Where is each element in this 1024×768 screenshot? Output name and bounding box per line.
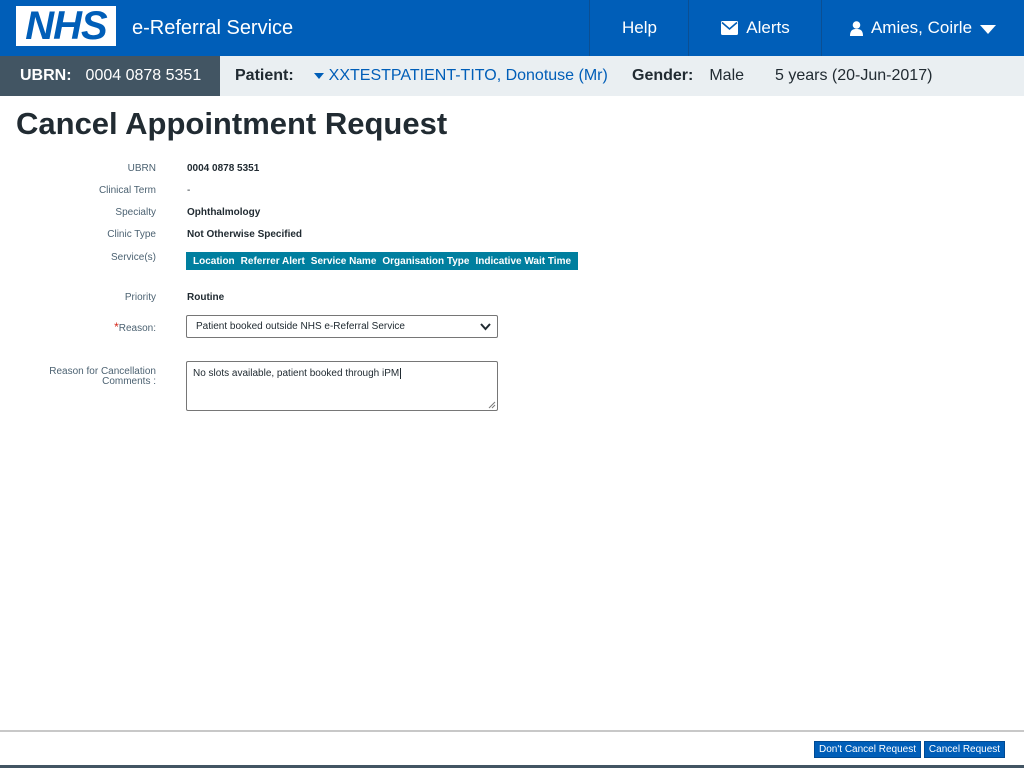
services-col-service-name[interactable]: Service Name: [308, 256, 380, 267]
reason-selected-value: Patient booked outside NHS e-Referral Se…: [196, 321, 405, 332]
banner-ubrn-label: UBRN:: [20, 67, 72, 84]
specialty-label: Specialty: [115, 207, 156, 218]
alerts-link[interactable]: Alerts: [688, 0, 822, 56]
comments-label-line2: Comments :: [102, 376, 156, 387]
resize-grip-icon[interactable]: [488, 401, 496, 409]
user-icon: [849, 20, 863, 36]
specialty-value: Ophthalmology: [187, 207, 261, 218]
top-header: NHS e-Referral Service Help Alerts Amies…: [0, 0, 1024, 56]
services-col-referrer-alert[interactable]: Referrer Alert: [238, 256, 308, 267]
alerts-label: Alerts: [746, 18, 790, 37]
banner-ubrn-value: 0004 0878 5351: [85, 67, 202, 84]
comments-label: Reason for Cancellation Comments :: [0, 367, 156, 387]
services-col-organisation-type[interactable]: Organisation Type: [379, 256, 472, 267]
ubrn-label: UBRN: [127, 163, 156, 174]
cancel-request-button[interactable]: Cancel Request: [924, 741, 1005, 758]
help-label: Help: [622, 18, 657, 37]
comments-textarea[interactable]: No slots available, patient booked throu…: [186, 361, 498, 411]
patient-name-link[interactable]: XXTESTPATIENT-TITO, Donotuse (Mr): [329, 67, 608, 85]
banner-age: 5 years (20-Jun-2017): [775, 67, 933, 84]
banner-gender-value: Male: [709, 67, 745, 84]
reason-label-text: Reason:: [118, 323, 156, 334]
reason-label: *Reason:: [0, 320, 156, 334]
user-menu[interactable]: Amies, Coirle: [821, 0, 1024, 56]
patient-banner: UBRN: 0004 0878 5351 Patient: XXTESTPATI…: [0, 56, 1024, 96]
help-link[interactable]: Help: [589, 0, 689, 56]
nhs-logo[interactable]: NHS: [16, 6, 116, 46]
services-col-indicative-wait-time[interactable]: Indicative Wait Time: [472, 256, 574, 267]
text-cursor: [400, 368, 402, 379]
clinical-term-value: -: [187, 185, 191, 196]
banner-patient: Patient: XXTESTPATIENT-TITO, Donotuse (M…: [235, 56, 608, 96]
dont-cancel-button[interactable]: Don't Cancel Request: [814, 741, 921, 758]
ubrn-value: 0004 0878 5351: [187, 163, 260, 174]
priority-value: Routine: [187, 292, 225, 303]
banner-ubrn: UBRN: 0004 0878 5351: [0, 56, 220, 96]
services-table-header: Location Referrer Alert Service Name Org…: [186, 252, 579, 270]
priority-label: Priority: [124, 292, 156, 303]
caret-down-icon: [980, 24, 997, 34]
reason-select[interactable]: Patient booked outside NHS e-Referral Se…: [186, 315, 498, 338]
services-label: Service(s): [110, 252, 156, 263]
footer-divider: [0, 730, 1024, 732]
chevron-down-icon: [480, 323, 491, 331]
envelope-icon: [721, 21, 739, 35]
comments-text: No slots available, patient booked throu…: [193, 368, 400, 380]
triangle-down-icon[interactable]: [313, 73, 324, 79]
services-col-location[interactable]: Location: [190, 256, 238, 267]
page-title: Cancel Appointment Request: [16, 106, 448, 141]
clinic-type-label: Clinic Type: [107, 229, 156, 240]
banner-gender: Gender: Male: [632, 56, 744, 96]
clinical-term-label: Clinical Term: [98, 185, 156, 196]
clinic-type-value: Not Otherwise Specified: [187, 229, 303, 240]
service-name: e-Referral Service: [132, 17, 294, 39]
banner-gender-label: Gender:: [632, 67, 694, 84]
user-name: Amies, Coirle: [870, 18, 973, 37]
banner-patient-label: Patient:: [235, 67, 294, 84]
